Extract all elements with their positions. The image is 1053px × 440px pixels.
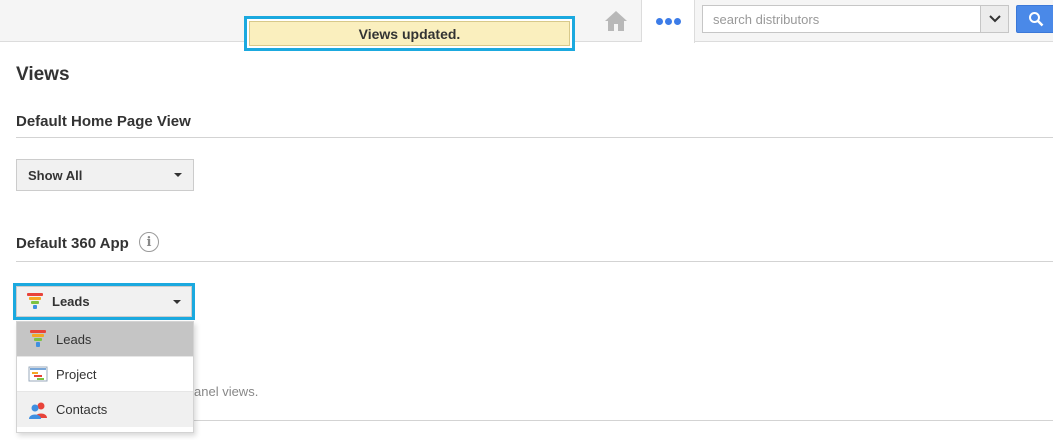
divider — [194, 420, 1053, 421]
chevron-down-icon — [988, 15, 1001, 23]
obscured-help-text: anel views. — [194, 384, 259, 399]
search-input[interactable] — [703, 6, 980, 32]
caret-down-icon — [174, 173, 182, 177]
divider — [16, 137, 1053, 138]
app-360-heading: Default 360 App — [16, 235, 129, 252]
notification-message: Views updated. — [249, 21, 570, 46]
ellipsis-dot — [673, 18, 681, 25]
search-dropdown-button[interactable] — [980, 6, 1008, 32]
more-button[interactable] — [642, 0, 695, 43]
search-button[interactable] — [1016, 5, 1053, 33]
menu-item-leads[interactable]: Leads — [17, 322, 193, 357]
home-view-selected-label: Show All — [28, 167, 83, 183]
contacts-icon — [29, 402, 47, 419]
home-view-select[interactable]: Show All — [16, 159, 194, 191]
home-view-heading: Default Home Page View — [16, 113, 191, 130]
info-icon[interactable]: i — [139, 232, 159, 252]
menu-item-project[interactable]: Project — [17, 357, 193, 392]
menu-item-contacts[interactable]: Contacts — [17, 392, 193, 427]
notification-toast: Views updated. — [244, 16, 575, 51]
home-button[interactable] — [590, 0, 642, 42]
page-title: Views — [16, 64, 70, 85]
magnifier-icon — [1029, 12, 1044, 27]
menu-item-label: Project — [56, 366, 97, 382]
search-box — [702, 5, 1009, 33]
funnel-icon — [30, 330, 46, 347]
menu-item-label: Contacts — [56, 402, 108, 417]
home-icon — [604, 11, 627, 31]
ellipsis-dot — [664, 18, 672, 25]
project-icon — [28, 366, 48, 382]
divider — [16, 261, 1053, 262]
ellipsis-icon — [655, 18, 663, 25]
menu-item-label: Leads — [56, 331, 92, 347]
app-360-dropdown-menu: Leads Project Contacts — [16, 321, 194, 433]
focus-ring — [13, 283, 195, 320]
